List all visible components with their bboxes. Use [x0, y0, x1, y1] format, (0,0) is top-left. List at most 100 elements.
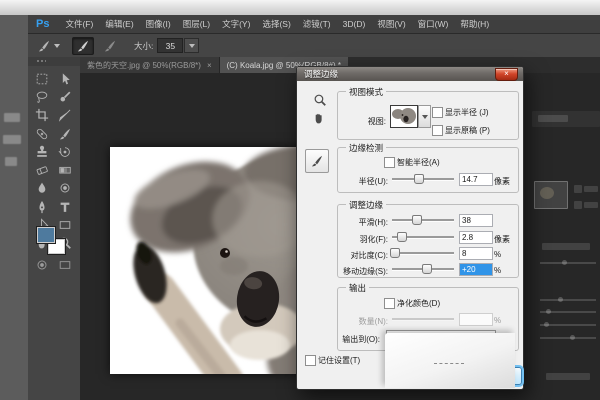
- close-button[interactable]: ×: [495, 68, 518, 81]
- view-mode-group: 视图模式 视图: 显示半径 (J) 显示原稿 (P): [337, 86, 519, 140]
- menu-item-file[interactable]: 文件(F): [59, 18, 99, 30]
- show-original-label: 显示原稿 (P): [445, 126, 490, 135]
- menu-item-3d[interactable]: 3D(D): [337, 19, 372, 29]
- rectangular-marquee-tool-icon[interactable]: [35, 72, 49, 86]
- eraser-tool-icon[interactable]: [35, 163, 49, 177]
- screen-mode-icon[interactable]: [58, 258, 72, 272]
- expand-brush-button[interactable]: [72, 36, 94, 55]
- feather-label: 羽化(F):: [359, 235, 388, 244]
- feather-value-field[interactable]: 2.8: [459, 231, 493, 244]
- menu-item-select[interactable]: 选择(S): [256, 18, 296, 30]
- shift-edge-slider[interactable]: [392, 264, 454, 274]
- brush-tool-icon[interactable]: [58, 127, 72, 141]
- close-icon[interactable]: ×: [207, 61, 212, 70]
- contrast-slider[interactable]: [390, 248, 454, 258]
- radius-value-field[interactable]: 14.7: [459, 173, 493, 186]
- crop-tool-icon[interactable]: [35, 108, 49, 122]
- hand-tool-icon[interactable]: [312, 111, 326, 125]
- contrast-label: 对比度(C):: [350, 251, 388, 260]
- feather-slider[interactable]: [392, 232, 454, 242]
- move-tool-icon[interactable]: [58, 72, 72, 86]
- shift-edge-value-field[interactable]: +20: [459, 263, 493, 276]
- adjust-edge-legend: 调整边缘: [346, 199, 387, 211]
- shrink-brush-button[interactable]: [100, 38, 120, 54]
- adjust-edge-group: 调整边缘 平滑(H): 38 羽化(F): 2.8 像素 对比度(C): 8 %…: [337, 199, 519, 278]
- menu-item-window[interactable]: 窗口(W): [412, 18, 455, 30]
- eyedropper-tool-icon[interactable]: [58, 108, 72, 122]
- menu-bar: Ps 文件(F) 编辑(E) 图像(I) 图层(L) 文字(Y) 选择(S) 滤…: [28, 15, 600, 34]
- smooth-slider-thumb[interactable]: [411, 215, 422, 225]
- smart-radius-label: 智能半径(A): [397, 158, 440, 167]
- blur-tool-icon[interactable]: [35, 181, 49, 195]
- radius-unit: 像素: [494, 177, 510, 186]
- type-tool-icon[interactable]: [58, 200, 72, 214]
- show-radius-checkbox[interactable]: [432, 107, 443, 118]
- radius-slider[interactable]: [392, 174, 454, 184]
- menu-item-image[interactable]: 图像(I): [140, 18, 177, 30]
- menu-item-layer[interactable]: 图层(L): [177, 18, 216, 30]
- smooth-value-field[interactable]: 38: [459, 214, 493, 227]
- view-thumbnail-image: [391, 106, 417, 127]
- smooth-label: 平滑(H):: [358, 218, 388, 227]
- contrast-unit: %: [494, 250, 502, 259]
- menu-item-help[interactable]: 帮助(H): [454, 18, 495, 30]
- background-text-smudge: [5, 157, 17, 166]
- tab-label: 紫色的天空.jpg @ 50%(RGB/8*): [87, 60, 201, 70]
- menu-item-edit[interactable]: 编辑(E): [99, 18, 139, 30]
- remember-settings-checkbox[interactable]: [305, 355, 316, 366]
- view-thumbnail[interactable]: [390, 105, 418, 128]
- chevron-down-icon: [421, 114, 428, 119]
- decontaminate-colors-checkbox[interactable]: [384, 298, 395, 309]
- amount-unit: %: [494, 316, 502, 325]
- panel-collapse-icon[interactable]: [28, 57, 80, 66]
- view-dropdown-button[interactable]: [418, 105, 431, 128]
- radius-slider-thumb[interactable]: [414, 174, 425, 184]
- shape-tool-icon[interactable]: [58, 218, 72, 232]
- menu-item-view[interactable]: 视图(V): [371, 18, 411, 30]
- chevron-down-icon[interactable]: [54, 43, 60, 48]
- feather-slider-thumb[interactable]: [396, 232, 407, 242]
- clone-stamp-tool-icon[interactable]: [35, 145, 49, 159]
- brush-size-dropdown[interactable]: [184, 38, 200, 53]
- shift-edge-slider-thumb[interactable]: [422, 264, 433, 274]
- contrast-slider-thumb[interactable]: [390, 248, 401, 258]
- covered-text-artifact: [434, 363, 464, 364]
- edge-detection-group: 边缘检测 智能半径(A) 半径(U): 14.7 像素: [337, 142, 519, 193]
- gradient-tool-icon[interactable]: [58, 163, 72, 177]
- background-window-strip: [0, 15, 28, 400]
- smart-radius-checkbox[interactable]: [384, 157, 395, 168]
- quick-mask-mode-icon[interactable]: [35, 258, 49, 272]
- tool-options-bar: 大小: 35: [28, 34, 600, 58]
- amount-slider: [392, 314, 454, 324]
- lasso-tool-icon[interactable]: [35, 90, 49, 104]
- dialog-title: 调整边缘: [304, 69, 339, 79]
- menu-item-filter[interactable]: 滤镜(T): [297, 18, 337, 30]
- remember-settings-label: 记住设置(T): [318, 356, 361, 365]
- smooth-slider[interactable]: [392, 215, 454, 225]
- refine-radius-brush-button[interactable]: [305, 149, 329, 173]
- amount-value-field: [459, 313, 493, 326]
- quick-selection-tool-icon[interactable]: [58, 90, 72, 104]
- contrast-value-field[interactable]: 8: [459, 247, 493, 260]
- show-original-checkbox[interactable]: [432, 125, 443, 136]
- background-text-smudge: [3, 135, 21, 144]
- menu-item-type[interactable]: 文字(Y): [216, 18, 256, 30]
- foreground-color-swatch[interactable]: [36, 226, 56, 244]
- chevron-down-icon: [188, 43, 195, 48]
- close-icon: ×: [504, 69, 509, 78]
- tab-purple-sky[interactable]: 紫色的天空.jpg @ 50%(RGB/8*) ×: [80, 57, 220, 73]
- background-window-band: [0, 0, 600, 15]
- brush-preset-icon[interactable]: [34, 38, 54, 54]
- zoom-tool-icon[interactable]: [313, 93, 327, 107]
- history-brush-tool-icon[interactable]: [58, 145, 72, 159]
- output-to-label: 输出到(O):: [342, 335, 380, 344]
- brush-size-value[interactable]: 35: [157, 38, 184, 53]
- spot-healing-tool-icon[interactable]: [35, 127, 49, 141]
- pen-tool-icon[interactable]: [35, 200, 49, 214]
- background-ghost-dialog: [532, 73, 600, 400]
- radius-label: 半径(U):: [358, 177, 388, 186]
- dialog-title-bar[interactable]: 调整边缘: [297, 67, 523, 81]
- view-mode-legend: 视图模式: [346, 86, 387, 98]
- background-text-smudge: [4, 113, 20, 122]
- dodge-tool-icon[interactable]: [58, 181, 72, 195]
